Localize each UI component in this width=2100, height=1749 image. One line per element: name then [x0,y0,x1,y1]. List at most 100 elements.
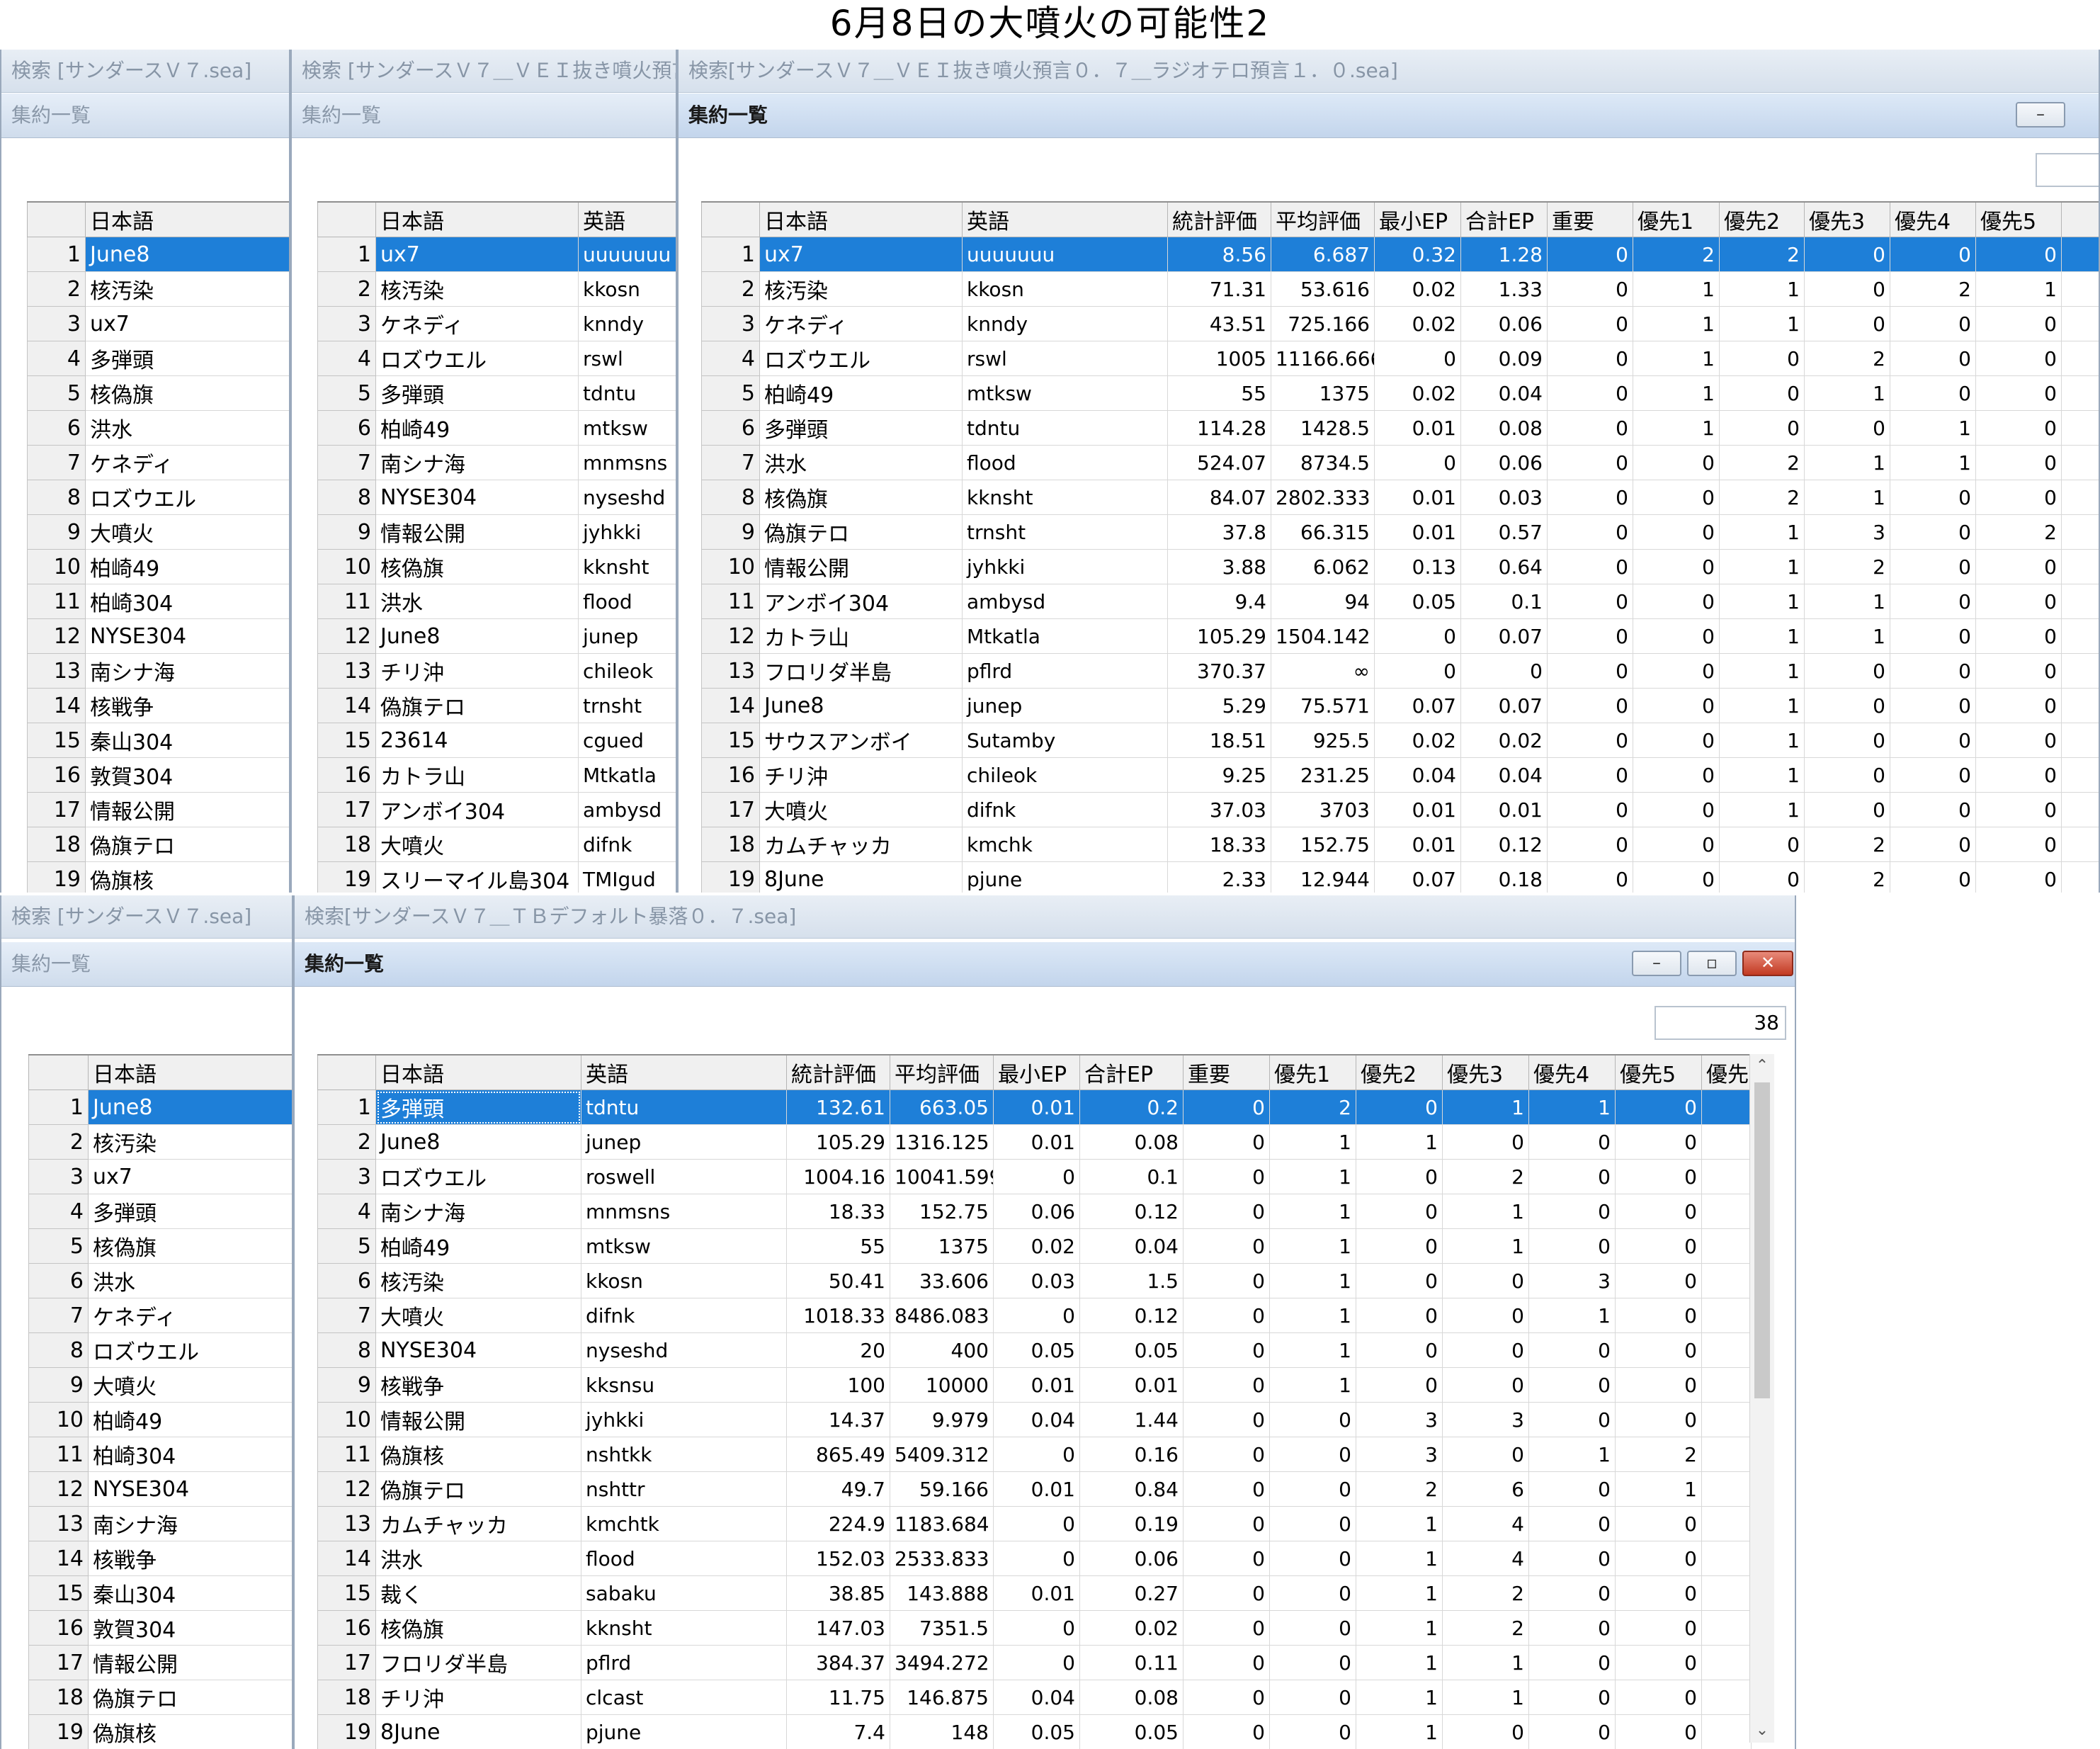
table-row[interactable]: 7 ケネディ [28,1298,292,1333]
cell-value[interactable]: 0 [1547,827,1633,862]
cell-value[interactable]: 1 [1804,480,1890,515]
cell-japanese[interactable]: 南シナ海 [85,653,289,689]
cell-value[interactable]: 1 [1269,1159,1356,1194]
cell-value[interactable]: 0 [1183,1645,1270,1680]
search-window-4[interactable]: 検索 [サンダースＶ７.sea] 集約一覧 日本語 1 June8 2 核汚染 3 ux7 4… [0,895,293,1749]
cell-value[interactable]: 0 [1615,1298,1702,1333]
cell-value[interactable]: 8486.083 [890,1298,994,1333]
column-header[interactable]: 重要 [1547,201,1633,237]
cell-english[interactable]: chileok [578,653,676,689]
cell-value[interactable]: 0 [993,1437,1080,1472]
cell-value[interactable]: 0.09 [1460,341,1548,376]
cell-english[interactable]: difnk [581,1298,787,1333]
cell-value[interactable]: 0 [1183,1714,1270,1749]
cell-japanese[interactable]: フロリダ半島 [759,653,963,689]
cell-value[interactable]: 0.06 [1460,306,1548,341]
column-header[interactable]: 統計評価 [786,1054,890,1090]
cell-value[interactable]: 0 [1890,375,1976,411]
table-row[interactable]: 14 核戦争 [27,688,289,723]
cell-value[interactable]: 0.04 [1374,757,1461,793]
table-row[interactable]: 16 カトラ山 Mtkatla [317,757,676,793]
cell-value[interactable]: 0 [1975,410,2062,446]
scroll-down-icon[interactable]: ⌄ [1750,1719,1774,1743]
cell-value[interactable]: 0 [1975,341,2062,376]
cell-value[interactable]: 0 [1633,723,1720,758]
cell-value[interactable]: 0 [1547,723,1633,758]
table-row[interactable]: 2 核汚染 [28,1124,292,1160]
cell-value[interactable]: 0 [1183,1402,1270,1437]
cell-value[interactable]: 1375 [890,1228,994,1264]
cell-japanese[interactable]: 情報公開 [375,514,579,550]
cell-english[interactable]: flood [962,445,1168,480]
cell-japanese[interactable]: NYSE304 [85,618,289,654]
cell-value[interactable]: 0 [1183,1228,1270,1264]
cell-value[interactable]: 0 [1442,1332,1529,1368]
cell-value[interactable]: 3703 [1271,792,1375,827]
cell-value[interactable]: 0 [1547,584,1633,619]
cell-value[interactable]: 0 [1633,445,1720,480]
cell-english[interactable]: difnk [962,792,1168,827]
cell-value[interactable]: 0.04 [993,1402,1080,1437]
cell-value[interactable]: 18.33 [786,1194,890,1229]
column-header[interactable]: 優先5 [1615,1054,1702,1090]
table-row[interactable]: 15 秦山304 [28,1575,292,1611]
cell-value[interactable]: 66.315 [1271,514,1375,550]
cell-value[interactable]: 0 [1975,375,2062,411]
cell-english[interactable]: mnmsns [581,1194,787,1229]
cell-value[interactable]: 0.64 [1460,549,1548,584]
cell-japanese[interactable]: 洪水 [88,1263,292,1298]
column-header[interactable]: 優先1 [1269,1054,1356,1090]
cell-english[interactable]: kkosn [578,271,676,307]
cell-value[interactable]: 0 [1269,1506,1356,1541]
table-row[interactable]: 19 スリーマイル島304 TMIgud [317,861,676,893]
cell-english[interactable]: trnsht [962,514,1168,550]
cell-value[interactable]: 0 [1460,653,1548,689]
results-grid[interactable]: 日本語 英語 統計評価 平均評価 最小EP 合計EP 重要 優先1 優先2 優先3 優先4 優先5 1 u… [701,201,2099,893]
window-titlebar[interactable]: 検索[サンダースＶ７＿ＴＢデフォルト暴落０．７.sea] [295,895,1795,939]
table-row[interactable]: 6 柏崎49 mtksw [317,410,676,446]
table-row[interactable]: 5 柏崎49 mtksw 55 1375 0.02 0.04 0 1 0 1 0 0 [701,375,2099,411]
cell-value[interactable]: 0 [1374,653,1461,689]
cell-value[interactable]: 0 [1890,306,1976,341]
cell-value[interactable]: 0.13 [1374,549,1461,584]
cell-value[interactable]: 0 [1269,1402,1356,1437]
cell-english[interactable]: mnmsns [578,445,676,480]
cell-value[interactable]: 4 [1442,1541,1529,1576]
cell-value[interactable]: 1 [1442,1228,1529,1264]
column-header[interactable]: 日本語 [88,1054,292,1090]
cell-value[interactable]: 5.29 [1167,688,1271,723]
cell-value[interactable]: 2 [1804,549,1890,584]
cell-japanese[interactable]: 情報公開 [85,792,289,827]
search-window-3[interactable]: 検索[サンダースＶ７＿ＶＥＩ抜き噴火預言０．７＿ラジオテロ預言１．０.sea] … [677,50,2100,893]
cell-japanese[interactable]: 南シナ海 [375,445,579,480]
cell-japanese[interactable]: ケネディ [88,1298,292,1333]
cell-value[interactable]: 0 [1547,306,1633,341]
column-header[interactable]: 優先4 [1528,1054,1616,1090]
cell-value[interactable]: 1 [1719,549,1805,584]
scroll-thumb[interactable] [1754,1082,1770,1398]
cell-value[interactable]: 0 [1547,237,1633,272]
table-row[interactable]: 8 ロズウエル [27,480,289,515]
cell-value[interactable]: 152.03 [786,1541,890,1576]
table-row[interactable]: 16 敦賀304 [27,757,289,793]
cell-value[interactable]: 1 [1719,757,1805,793]
cell-value[interactable]: 0 [1183,1575,1270,1611]
cell-japanese[interactable]: カムチャッカ [759,827,963,862]
cell-value[interactable]: 10000 [890,1367,994,1403]
cell-english[interactable]: junep [581,1124,787,1160]
cell-value[interactable]: 0 [1615,1194,1702,1229]
cell-value[interactable]: 152.75 [890,1194,994,1229]
cell-value[interactable]: 0 [1374,341,1461,376]
cell-english[interactable]: TMIgud [578,861,676,893]
cell-japanese[interactable]: 情報公開 [759,549,963,584]
cell-japanese[interactable]: 多弾頭 [759,410,963,446]
column-header[interactable]: 優先3 [1442,1054,1529,1090]
cell-japanese[interactable]: 核偽旗 [759,480,963,515]
cell-value[interactable]: 1 [1356,1541,1443,1576]
cell-value[interactable]: 0 [1615,1541,1702,1576]
cell-japanese[interactable]: 核汚染 [85,271,289,307]
cell-value[interactable]: ∞ [1271,653,1375,689]
cell-value[interactable]: 2 [1890,271,1976,307]
cell-japanese[interactable]: 核汚染 [375,271,579,307]
cell-value[interactable]: 49.7 [786,1471,890,1507]
